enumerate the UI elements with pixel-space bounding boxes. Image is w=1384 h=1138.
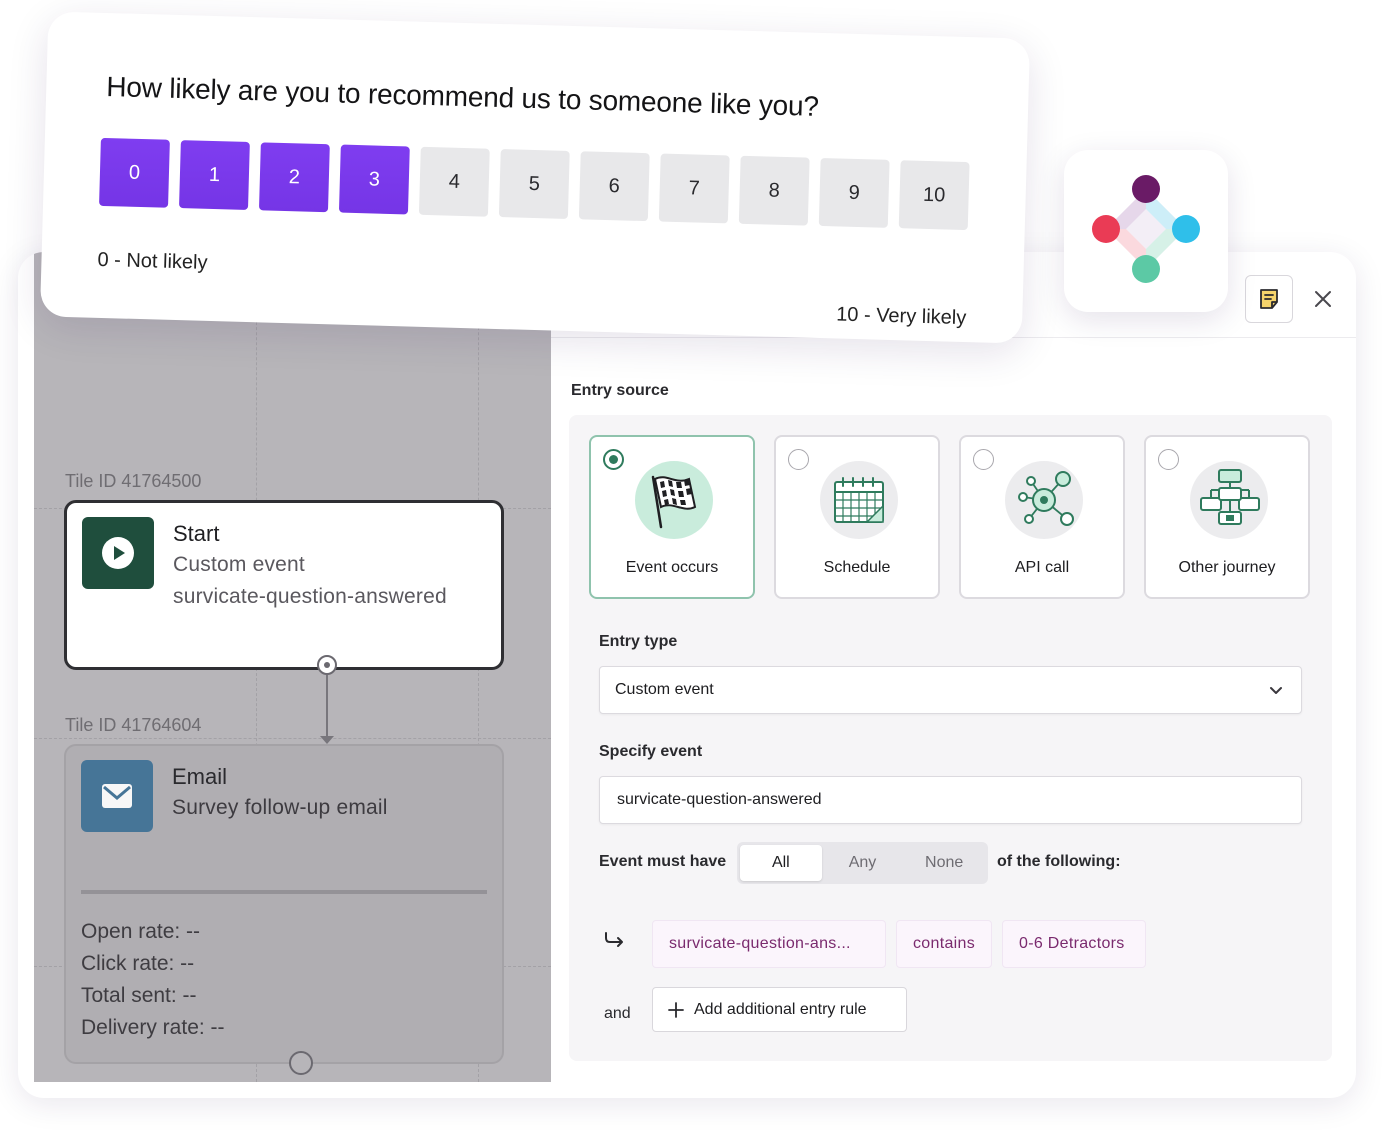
- scale-low-label: 0 - Not likely: [97, 248, 208, 274]
- plus-icon: [668, 1001, 684, 1018]
- flowchart-icon: [1190, 461, 1268, 539]
- nps-option-5[interactable]: 5: [498, 149, 570, 219]
- rule-operator-chip[interactable]: contains: [896, 920, 992, 968]
- and-label: and: [604, 1005, 631, 1022]
- match-option-all[interactable]: All: [740, 845, 822, 881]
- email-stats: Open rate: -- Click rate: -- Total sent:…: [81, 916, 225, 1044]
- stat-delivery-rate: Delivery rate: --: [81, 1016, 225, 1039]
- note-icon: [1260, 289, 1278, 309]
- rule-value-chip[interactable]: 0-6 Detractors: [1002, 920, 1146, 968]
- entry-source-label: Entry source: [571, 382, 669, 399]
- email-tile[interactable]: Email Survey follow-up email Open rate: …: [64, 744, 504, 1064]
- nps-option-8[interactable]: 8: [738, 155, 810, 226]
- stat-open-rate: Open rate: --: [81, 920, 201, 943]
- source-label: Event occurs: [625, 559, 719, 576]
- survey-question: How likely are you to recommend us to so…: [105, 71, 820, 122]
- stat-click-rate: Click rate: --: [81, 952, 195, 975]
- stage: Tile ID 41764500 Start Custom event surv…: [0, 0, 1384, 1138]
- nps-option-4[interactable]: 4: [418, 146, 490, 217]
- brand-logo-badge: [1064, 150, 1228, 312]
- start-tile[interactable]: Start Custom event survicate-question-an…: [64, 500, 504, 670]
- tile-divider: [81, 890, 487, 894]
- scale-high-label: 10 - Very likely: [835, 303, 967, 330]
- specify-event-field[interactable]: [599, 776, 1302, 824]
- connector-handle[interactable]: [317, 655, 337, 675]
- of-following-label: of the following:: [997, 853, 1121, 870]
- connector-handle-bottom[interactable]: [289, 1051, 313, 1075]
- start-tile-subtitle: Custom event: [173, 553, 305, 576]
- match-option-any[interactable]: Any: [822, 845, 904, 881]
- match-option-none[interactable]: None: [903, 845, 985, 881]
- source-label: Schedule: [823, 559, 891, 576]
- grid-line: [34, 738, 551, 739]
- entry-type-label: Entry type: [599, 633, 678, 650]
- network-icon: [1005, 461, 1083, 539]
- nps-option-9[interactable]: 9: [818, 157, 890, 228]
- brand-logo-icon: [1092, 175, 1200, 283]
- envelope-icon: [81, 760, 153, 832]
- chevron-down-icon: [1270, 687, 1282, 694]
- specify-event-input[interactable]: [600, 777, 1301, 823]
- rule-property-chip[interactable]: survicate-question-ans...: [652, 920, 886, 968]
- email-tile-id: Tile ID 41764604: [65, 715, 202, 735]
- source-radio[interactable]: [603, 449, 624, 470]
- start-tile-id: Tile ID 41764500: [65, 471, 202, 491]
- calendar-icon: [820, 461, 898, 539]
- nps-scale: 0 1 2 3 4 5 6 7 8 9 10: [99, 137, 970, 231]
- email-tile-title: Email: [172, 764, 228, 789]
- entry-config: Event occurs Schedule API call Other jou…: [569, 415, 1332, 1061]
- nps-option-7[interactable]: 7: [658, 153, 730, 224]
- source-card-schedule[interactable]: Schedule: [774, 435, 940, 599]
- notes-button[interactable]: [1245, 275, 1293, 323]
- nps-option-1[interactable]: 1: [179, 140, 250, 210]
- nps-option-2[interactable]: 2: [258, 142, 330, 213]
- connector-arrow: [320, 736, 334, 744]
- journey-editor-window: Tile ID 41764500 Start Custom event surv…: [18, 252, 1356, 1098]
- nps-option-10[interactable]: 10: [898, 160, 970, 231]
- add-entry-rule-label: Add additional entry rule: [694, 1000, 867, 1018]
- journey-canvas[interactable]: Tile ID 41764500 Start Custom event surv…: [34, 252, 551, 1082]
- entry-type-value: Custom event: [615, 681, 714, 698]
- stat-total-sent: Total sent: --: [81, 984, 197, 1007]
- source-card-api-call[interactable]: API call: [959, 435, 1125, 599]
- source-card-event-occurs[interactable]: Event occurs: [589, 435, 755, 599]
- connector-line: [326, 675, 328, 739]
- checkered-flag-icon: [635, 461, 713, 539]
- source-radio[interactable]: [788, 449, 809, 470]
- start-tile-event: survicate-question-answered: [173, 585, 447, 608]
- source-radio[interactable]: [1158, 449, 1179, 470]
- start-tile-title: Start: [173, 521, 220, 546]
- entry-type-select[interactable]: Custom event: [599, 666, 1302, 714]
- play-icon: [82, 517, 154, 589]
- match-selector: All Any None: [737, 842, 988, 884]
- source-card-other-journey[interactable]: Other journey: [1144, 435, 1310, 599]
- source-label: Other journey: [1178, 559, 1276, 576]
- nps-option-0[interactable]: 0: [99, 137, 170, 208]
- event-must-have-label: Event must have: [599, 853, 727, 870]
- source-radio[interactable]: [973, 449, 994, 470]
- source-label: API call: [1014, 559, 1070, 576]
- specify-event-label: Specify event: [599, 743, 703, 760]
- close-icon: [1315, 291, 1331, 307]
- email-tile-subtitle: Survey follow-up email: [172, 796, 388, 819]
- rule-arrow-icon: [605, 932, 623, 947]
- close-button[interactable]: [1308, 284, 1338, 314]
- nps-option-6[interactable]: 6: [578, 151, 650, 222]
- add-entry-rule-button[interactable]: Add additional entry rule: [652, 987, 907, 1032]
- nps-survey-card: How likely are you to recommend us to so…: [39, 11, 1031, 344]
- nps-option-3[interactable]: 3: [338, 144, 410, 215]
